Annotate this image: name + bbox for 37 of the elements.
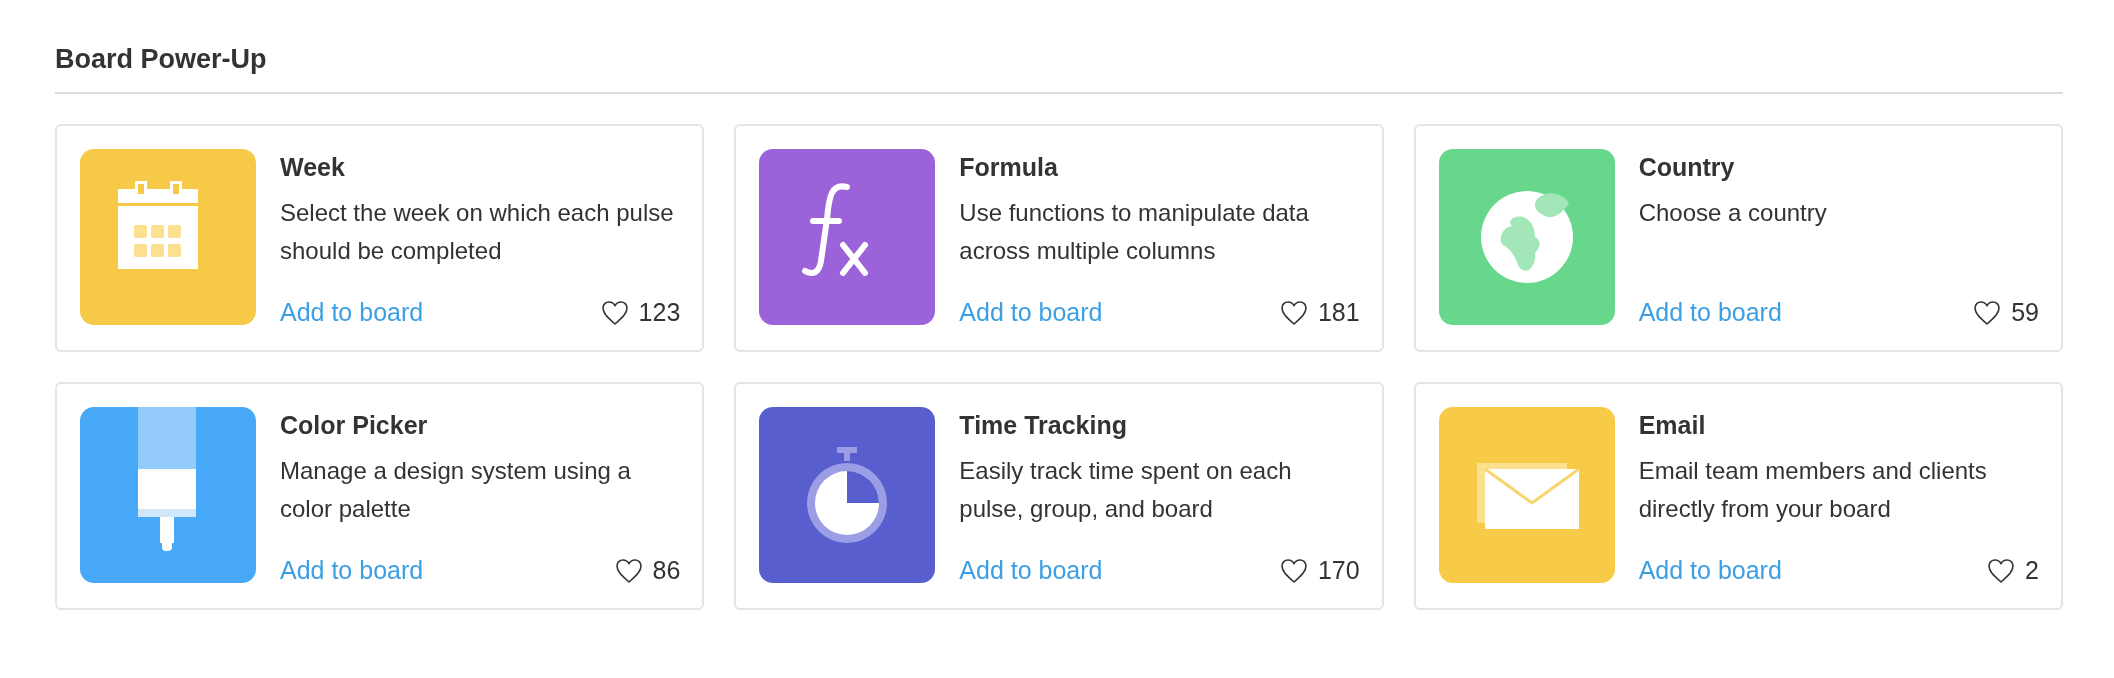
add-to-board-link[interactable]: Add to board bbox=[280, 556, 424, 585]
card-description: Choose a country bbox=[1638, 198, 1828, 228]
add-to-board-link[interactable]: Add to board bbox=[280, 298, 424, 327]
paintbrush-icon bbox=[138, 407, 196, 551]
card-description: Email team members and clients directly from your board bbox=[1638, 456, 1988, 524]
card-title: Time Tracking bbox=[959, 411, 1127, 440]
card-description: Use functions to manipulate data across multiple columns bbox=[959, 198, 1310, 266]
card-title: Email bbox=[1638, 411, 1706, 440]
heart-icon[interactable] bbox=[614, 557, 643, 584]
like-count: 2 bbox=[2025, 556, 2039, 585]
function-icon bbox=[802, 183, 869, 276]
calendar-icon bbox=[118, 181, 198, 269]
card-description: Select the week on which each pulse should be completed bbox=[280, 198, 675, 266]
heart-icon[interactable] bbox=[1279, 557, 1308, 584]
heart-icon[interactable] bbox=[1279, 299, 1308, 326]
section-title: Board Power-Up bbox=[55, 44, 267, 75]
like-count: 86 bbox=[652, 556, 681, 585]
add-to-board-link[interactable]: Add to board bbox=[959, 298, 1103, 327]
like-count: 181 bbox=[1317, 298, 1360, 327]
card-title: Country bbox=[1638, 153, 1735, 182]
card-description: Easily track time spent on each pulse, group, and board bbox=[959, 456, 1293, 524]
heart-icon[interactable] bbox=[1973, 299, 2002, 326]
card-description: Manage a design system using a color palette bbox=[280, 456, 632, 524]
heart-icon[interactable] bbox=[600, 299, 629, 326]
heart-icon[interactable] bbox=[1987, 557, 2016, 584]
add-to-board-link[interactable]: Add to board bbox=[1638, 556, 1782, 585]
add-to-board-link[interactable]: Add to board bbox=[1638, 298, 1782, 327]
like-count: 123 bbox=[638, 298, 681, 327]
globe-icon bbox=[1480, 191, 1573, 283]
envelope-icon bbox=[1476, 463, 1580, 529]
like-count: 170 bbox=[1317, 556, 1360, 585]
add-to-board-link[interactable]: Add to board bbox=[959, 556, 1103, 585]
like-count: 59 bbox=[2011, 298, 2039, 327]
stopwatch-icon bbox=[807, 447, 888, 543]
card-title: Formula bbox=[959, 153, 1058, 182]
card-title: Color Picker bbox=[280, 411, 428, 440]
card-title: Week bbox=[280, 153, 345, 182]
